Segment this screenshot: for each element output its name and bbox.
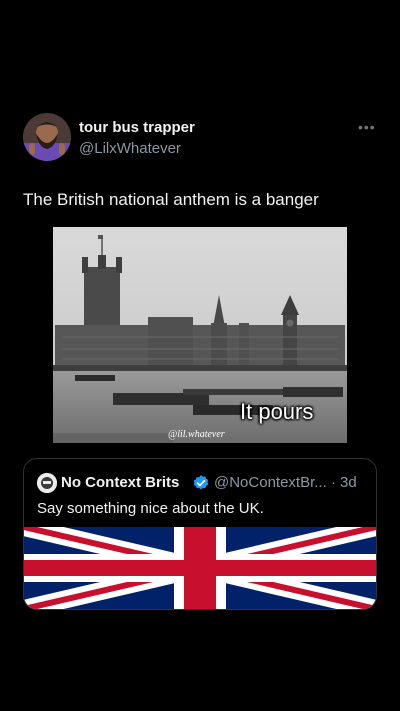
quoted-post[interactable]: No Context Brits @NoContextBr... · 3d Sa… [23,458,377,610]
more-options-icon[interactable]: ••• [358,119,376,135]
author-display-name[interactable]: tour bus trapper [79,119,195,136]
union-jack-flag-icon[interactable] [24,518,376,609]
post-avatar[interactable] [23,113,71,161]
media-watermark: @lil.whatever [168,429,225,440]
brits-avatar-icon[interactable] [37,473,57,493]
quoted-handle[interactable]: @NoContextBr... [214,474,327,491]
verified-badge-icon [192,474,210,492]
media-caption: It pours [240,399,314,424]
author-handle[interactable]: @LilxWhatever [79,140,181,157]
post-text: The British national anthem is a banger [23,190,319,209]
quoted-display-name[interactable]: No Context Brits [61,474,179,491]
quoted-timestamp[interactable]: 3d [340,474,357,491]
separator-dot: · [331,474,336,491]
quoted-text: Say something nice about the UK. [37,500,264,517]
profile-photo-icon [23,113,71,161]
